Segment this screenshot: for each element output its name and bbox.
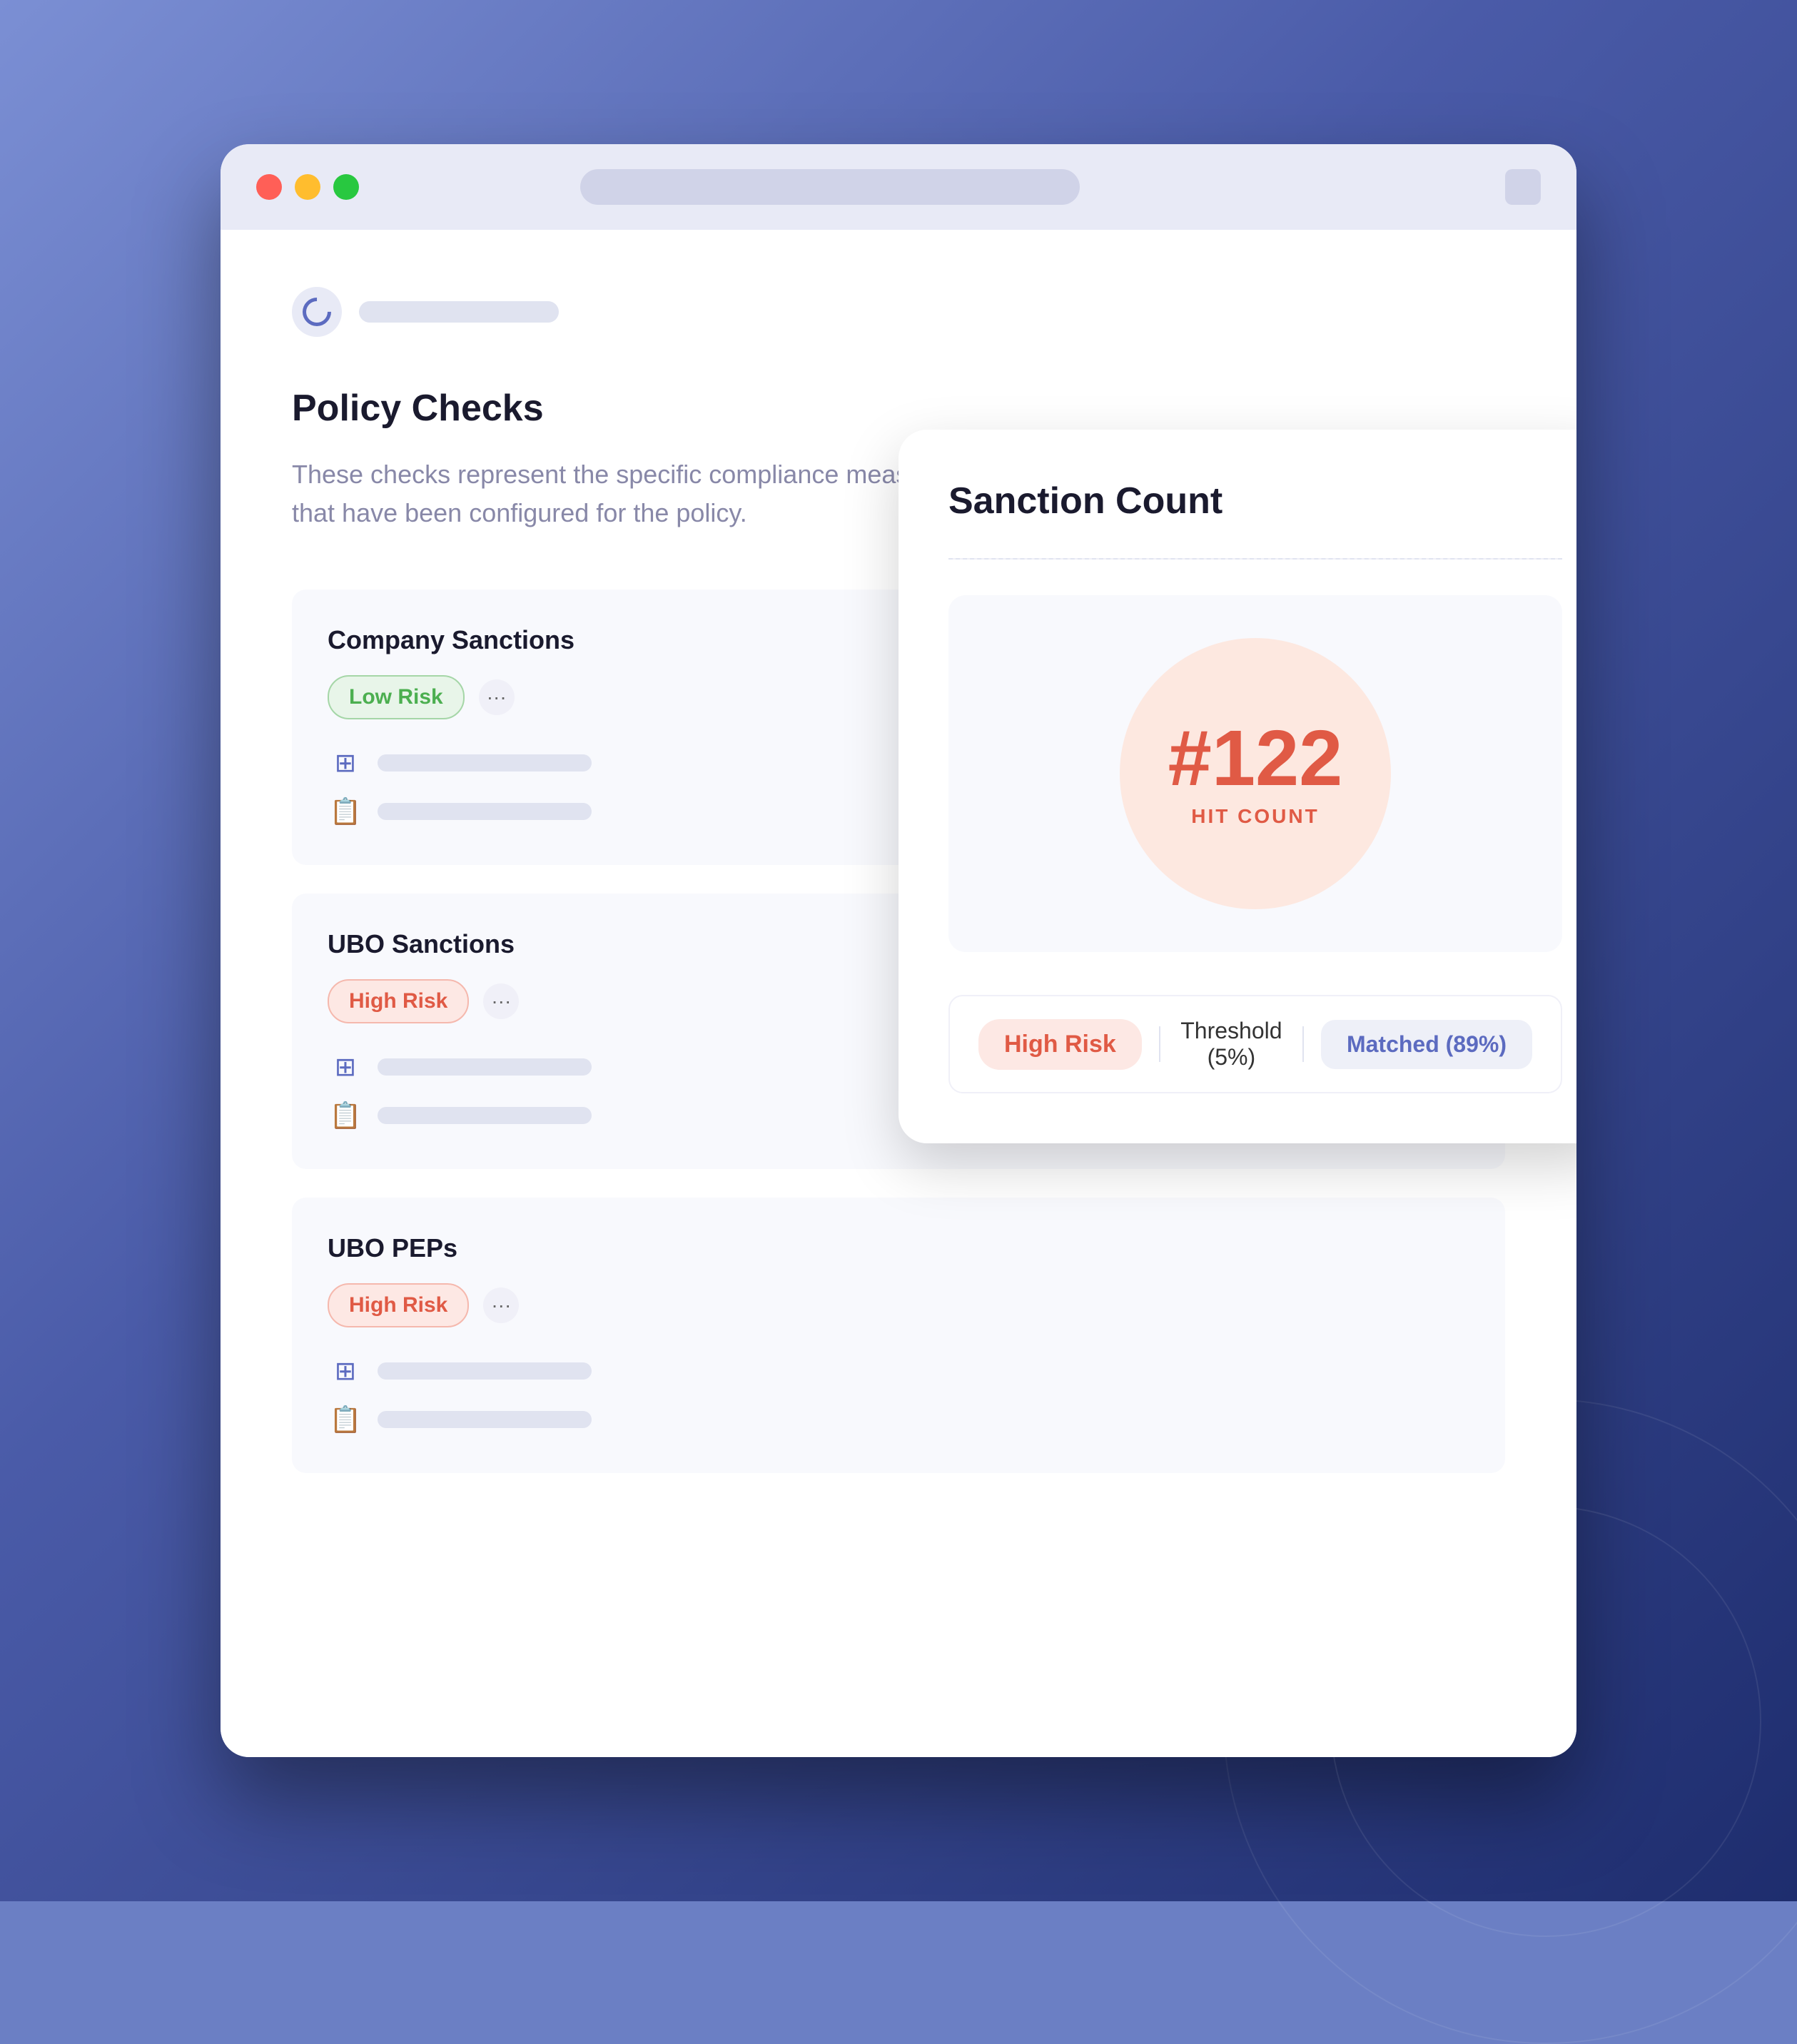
window-button[interactable] [1505, 169, 1541, 205]
header-placeholder [359, 301, 559, 323]
row-placeholder-3 [378, 1058, 592, 1076]
table-icon-3: ⊞ [328, 1353, 363, 1389]
page-title: Policy Checks [292, 387, 1505, 430]
traffic-light-red[interactable] [256, 174, 282, 200]
sanction-card: Sanction Count #122 HIT COUNT High Risk … [898, 430, 1576, 1143]
footer-matched[interactable]: Matched (89%) [1321, 1020, 1532, 1069]
card-row-6: 📋 [328, 1402, 1469, 1437]
row-placeholder-4 [378, 1107, 592, 1124]
badge-high-risk-ubo-sanctions[interactable]: High Risk [328, 979, 469, 1023]
card-badges-ubo-peps: High Risk ··· [328, 1283, 1469, 1327]
sanction-divider [948, 558, 1562, 560]
table-icon-2: ⊞ [328, 1049, 363, 1085]
footer-divider [1159, 1026, 1160, 1062]
row-placeholder-1 [378, 754, 592, 771]
address-bar[interactable] [580, 169, 1080, 205]
sanction-circle-container: #122 HIT COUNT [948, 595, 1562, 952]
row-placeholder-6 [378, 1411, 592, 1428]
badge-low-risk-company[interactable]: Low Risk [328, 675, 465, 719]
browser-window: Policy Checks These checks represent the… [221, 144, 1576, 1757]
list-icon-2: 📋 [328, 1098, 363, 1133]
sanction-circle: #122 HIT COUNT [1120, 638, 1391, 909]
row-placeholder-5 [378, 1362, 592, 1380]
footer-high-risk-badge[interactable]: High Risk [978, 1019, 1142, 1070]
badge-dots-ubo-peps[interactable]: ··· [483, 1287, 519, 1323]
footer-divider-2 [1302, 1026, 1304, 1062]
row-placeholder-2 [378, 803, 592, 820]
footer-threshold: Threshold (5%) [1178, 1018, 1285, 1071]
traffic-lights [256, 174, 359, 200]
sanction-hit-count-number: #122 [1168, 719, 1343, 798]
card-rows-ubo-peps: ⊞ 📋 [328, 1353, 1469, 1437]
logo-icon [297, 292, 338, 333]
traffic-light-yellow[interactable] [295, 174, 320, 200]
list-icon-3: 📋 [328, 1402, 363, 1437]
browser-content: Policy Checks These checks represent the… [221, 230, 1576, 1757]
list-icon-1: 📋 [328, 794, 363, 829]
outer-background: Policy Checks These checks represent the… [0, 0, 1797, 1901]
sanction-card-title: Sanction Count [948, 480, 1562, 522]
table-icon-1: ⊞ [328, 745, 363, 781]
sanction-footer: High Risk Threshold (5%) Matched (89%) [948, 995, 1562, 1093]
traffic-light-green[interactable] [333, 174, 359, 200]
app-header [292, 287, 1505, 337]
badge-high-risk-ubo-peps[interactable]: High Risk [328, 1283, 469, 1327]
card-row-5: ⊞ [328, 1353, 1469, 1389]
app-logo [292, 287, 342, 337]
card-title-ubo-peps: UBO PEPs [328, 1233, 1469, 1263]
policy-card-ubo-peps: UBO PEPs High Risk ··· ⊞ 📋 [292, 1198, 1505, 1473]
badge-dots-company[interactable]: ··· [479, 679, 515, 715]
browser-titlebar [221, 144, 1576, 230]
sanction-hit-count-label: HIT COUNT [1191, 805, 1319, 828]
badge-dots-ubo-sanctions[interactable]: ··· [483, 983, 519, 1019]
